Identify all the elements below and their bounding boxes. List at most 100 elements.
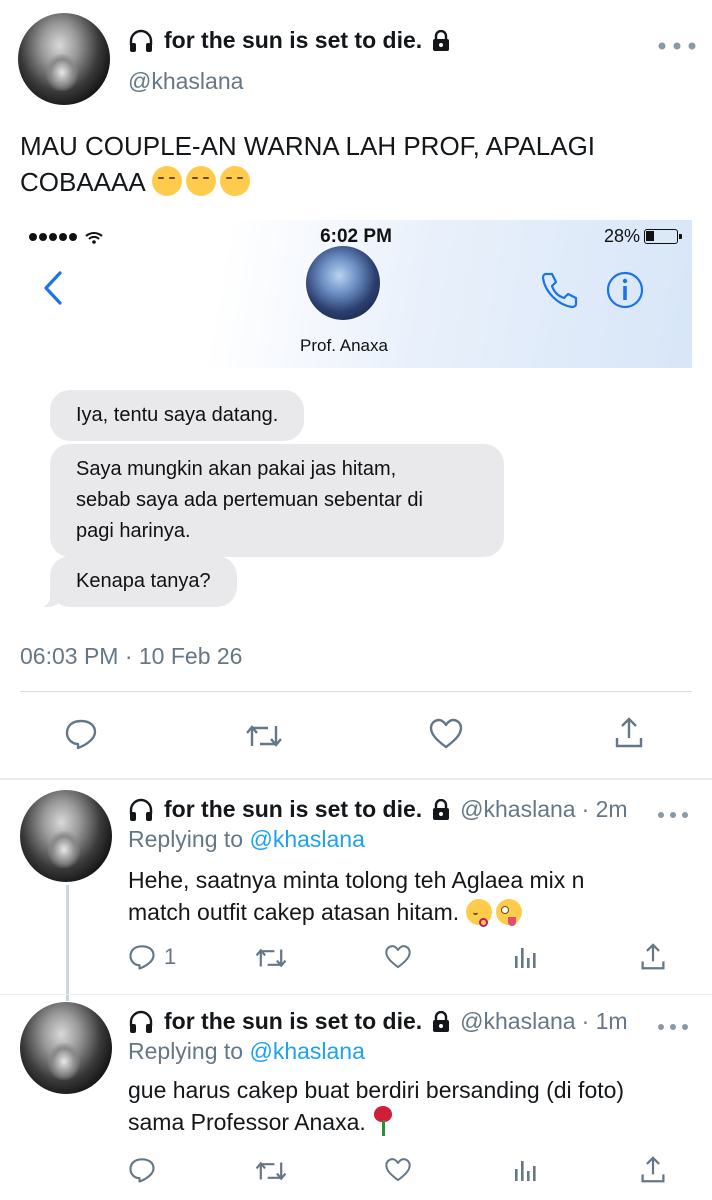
reply-text-line2-wrap: match outfit cakep atasan hitam.: [128, 896, 698, 928]
lock-icon: [433, 798, 450, 820]
embedded-screenshot[interactable]: 6:02 PM 28% Prof. Anaxa Iya, tentu saya …: [20, 220, 692, 625]
info-icon[interactable]: [605, 270, 645, 310]
headphones-icon: [129, 1010, 153, 1033]
reply-text: Hehe, saatnya minta tolong teh Aglaea mi…: [128, 864, 698, 928]
message-text: Saya mungkin akan pakai jas hitam,: [76, 458, 397, 480]
analytics-button[interactable]: [512, 1157, 538, 1183]
reply-name-line: for the sun is set to die. @khaslana · 2…: [128, 796, 628, 823]
battery-percent: 28%: [603, 226, 640, 246]
reply-display-name[interactable]: for the sun is set to die.: [164, 1008, 422, 1035]
message-bubble: Saya mungkin akan pakai jas hitam, sebab…: [50, 444, 504, 557]
reply-count: 1: [164, 944, 177, 969]
reply-button[interactable]: [64, 718, 98, 750]
retweet-icon: [246, 725, 282, 747]
rose-emoji: [372, 1106, 394, 1136]
status-bar-battery: 28%: [603, 226, 682, 247]
share-icon: [641, 1156, 665, 1183]
zany-face-emoji: [495, 899, 522, 926]
reply-icon: [65, 719, 97, 750]
share-button[interactable]: [614, 716, 644, 750]
more-icon[interactable]: [658, 1014, 688, 1037]
reply-text-line1: Hehe, saatnya minta tolong teh Aglaea mi…: [128, 867, 585, 893]
lock-icon: [433, 29, 450, 51]
message-text: Kenapa tanya?: [76, 570, 211, 592]
divider: [20, 691, 692, 692]
status-bar-time: 6:02 PM: [320, 226, 392, 247]
reply-icon: [129, 1158, 155, 1183]
headphones-icon: [129, 29, 153, 52]
analytics-button[interactable]: [512, 944, 538, 970]
reply-text-line2: sama Professor Anaxa.: [128, 1109, 366, 1135]
reply-text-line2: match outfit cakep atasan hitam.: [128, 899, 460, 925]
reply-text-line1: gue harus cakep buat berdiri bersanding …: [128, 1077, 625, 1103]
tweet-text-line2: COBAAAA: [20, 164, 700, 200]
reply-display-name[interactable]: for the sun is set to die.: [164, 796, 422, 823]
pensive-face-emoji: [151, 166, 182, 196]
like-icon: [385, 945, 411, 969]
message-bubble: Iya, tentu saya datang.: [50, 390, 305, 441]
tweet-text-line1: MAU COUPLE-AN WARNA LAH PROF, APALAGI: [20, 131, 596, 161]
like-button[interactable]: [384, 1157, 412, 1183]
share-icon: [615, 717, 643, 748]
tweet-text-line2-content: COBAAAA: [20, 167, 145, 197]
reply-time[interactable]: · 2m: [582, 796, 628, 823]
headphones-icon: [129, 798, 153, 821]
phone-icon[interactable]: [540, 270, 582, 310]
ios-message-header: 6:02 PM 28% Prof. Anaxa: [20, 220, 692, 368]
like-icon: [385, 1158, 411, 1182]
reply-handle[interactable]: @khaslana: [460, 796, 575, 823]
battery-icon: [644, 229, 682, 244]
replying-to-label: Replying to: [128, 1038, 244, 1064]
analytics-icon: [515, 948, 536, 968]
analytics-icon: [515, 1161, 536, 1181]
share-button[interactable]: [640, 942, 666, 972]
retweet-icon: [255, 948, 287, 968]
back-chevron-icon[interactable]: [42, 270, 64, 306]
author-handle[interactable]: @khaslana: [128, 68, 243, 95]
message-text: pagi harinya.: [76, 520, 191, 542]
contact-avatar[interactable]: [306, 246, 380, 320]
more-icon[interactable]: [658, 34, 696, 57]
reply-icon: [129, 945, 155, 970]
retweet-button[interactable]: [254, 946, 288, 970]
kissing-face-emoji: [465, 899, 492, 927]
replying-to-link[interactable]: @khaslana: [249, 826, 364, 852]
like-button[interactable]: [428, 718, 464, 750]
reply-text-line2-wrap: sama Professor Anaxa.: [128, 1106, 708, 1138]
replying-to-label: Replying to: [128, 826, 244, 852]
message-text: sebab saya ada pertemuan sebentar di: [76, 489, 423, 511]
author-display-name[interactable]: for the sun is set to die.: [164, 27, 422, 54]
lock-icon: [433, 1010, 450, 1032]
contact-name: Prof. Anaxa: [300, 336, 388, 355]
pensive-face-emoji: [185, 166, 216, 196]
reply-handle[interactable]: @khaslana: [460, 1008, 575, 1035]
like-button[interactable]: [384, 944, 412, 970]
message-bubble: Kenapa tanya?: [40, 556, 237, 607]
tweet-timestamp[interactable]: 06:03 PM · 10 Feb 26: [20, 643, 242, 670]
retweet-icon: [255, 1161, 287, 1181]
replying-to: Replying to @khaslana: [128, 1038, 365, 1065]
reply-avatar[interactable]: [20, 1002, 112, 1094]
author-name-line: for the sun is set to die.: [128, 27, 450, 54]
reply-avatar[interactable]: [20, 790, 112, 882]
pensive-face-emoji: [219, 166, 250, 196]
thread-line: [66, 885, 69, 1001]
tweet-text: MAU COUPLE-AN WARNA LAH PROF, APALAGI CO…: [20, 128, 700, 200]
section-divider: [0, 994, 712, 995]
share-icon: [641, 943, 665, 970]
more-icon[interactable]: [658, 802, 688, 825]
reply-time[interactable]: · 1m: [582, 1008, 628, 1035]
author-avatar[interactable]: [18, 13, 110, 105]
retweet-button[interactable]: [254, 1159, 288, 1183]
replying-to-link[interactable]: @khaslana: [249, 1038, 364, 1064]
reply-name-line: for the sun is set to die. @khaslana · 1…: [128, 1008, 628, 1035]
message-text: Iya, tentu saya datang.: [76, 404, 279, 426]
retweet-button[interactable]: [244, 722, 284, 750]
reply-button[interactable]: 1: [128, 943, 176, 971]
reply-text: gue harus cakep buat berdiri bersanding …: [128, 1074, 708, 1138]
share-button[interactable]: [640, 1155, 666, 1185]
section-divider: [0, 778, 712, 780]
replying-to: Replying to @khaslana: [128, 826, 365, 853]
reply-button[interactable]: [128, 1156, 156, 1184]
like-icon: [429, 718, 463, 749]
